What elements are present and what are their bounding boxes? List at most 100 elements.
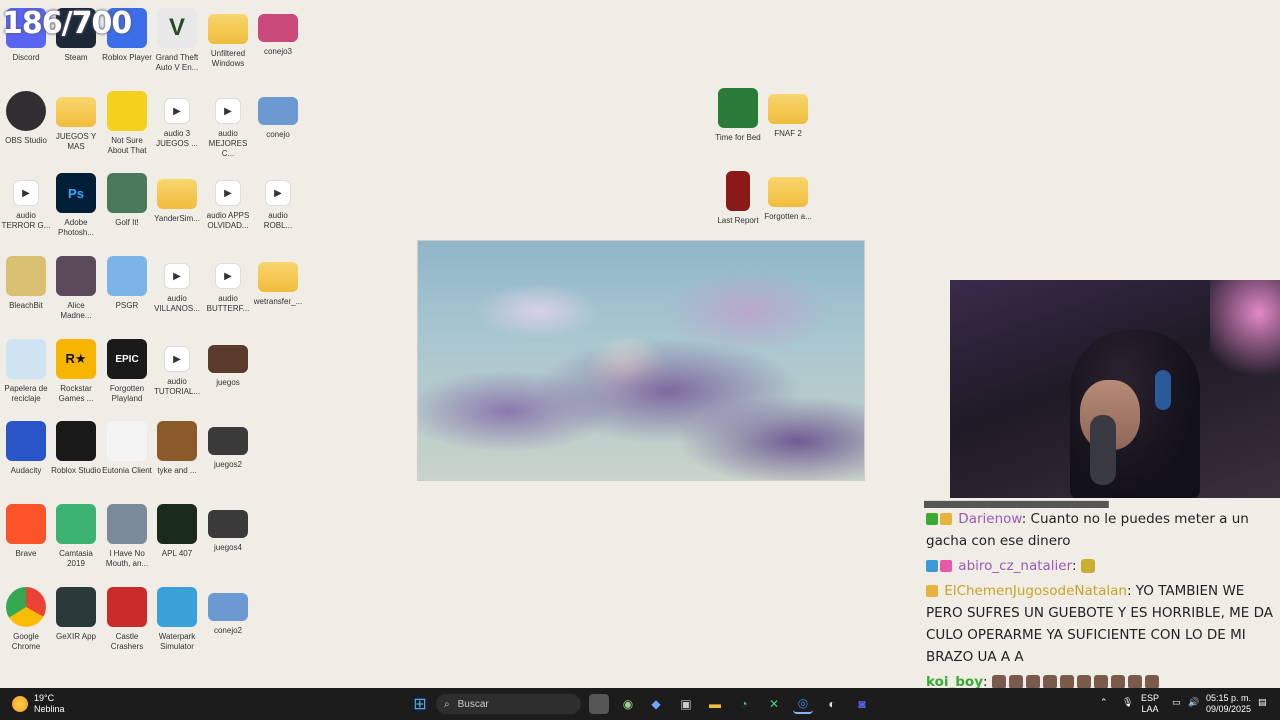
microphone-tray-icon[interactable]: 🎙: [1122, 697, 1133, 708]
desktop-icon[interactable]: APL 407: [152, 504, 202, 559]
store-icon[interactable]: ▣: [676, 694, 696, 714]
desktop-icon[interactable]: conejo: [253, 91, 303, 140]
discord-taskbar-icon[interactable]: ◙: [852, 694, 872, 714]
file-explorer-icon[interactable]: ▬: [705, 694, 725, 714]
desktop-icon-label: Roblox Player: [102, 53, 152, 62]
taskbar: 19°C Neblina ⊞ ⌕ Buscar ◉ ◆ ▣ ▬ ◔ ✕ ◎ ◐ …: [0, 688, 1280, 720]
desktop-icon-label: audio 3 JUEGOS ...: [156, 129, 198, 148]
desktop-icon-label: Grand Theft Auto V En...: [155, 53, 199, 72]
gift-badge-icon: [940, 513, 952, 525]
chrome-icon[interactable]: ◎: [793, 694, 813, 714]
edge-icon[interactable]: ◔: [734, 694, 754, 714]
chat-username[interactable]: abiro_cz_natalier: [958, 558, 1072, 574]
desktop-icon[interactable]: Waterpark Simulator: [152, 587, 202, 652]
epic-games-icon: EPIC: [107, 339, 147, 379]
castle-icon: [107, 587, 147, 627]
desktop-icon[interactable]: audio BUTTERF...: [203, 256, 253, 314]
desktop-icon[interactable]: I Have No Mouth, an...: [102, 504, 152, 569]
desktop-icon[interactable]: GeXIR App: [51, 587, 101, 642]
tray-overflow-icon[interactable]: ⌃: [1100, 697, 1108, 708]
desktop-icon[interactable]: JUEGOS Y MAS: [51, 91, 101, 152]
desktop-icon[interactable]: conejo2: [203, 587, 253, 636]
desktop-icon[interactable]: wetransfer_...: [253, 256, 303, 307]
desktop-icon[interactable]: Alice Madne...: [51, 256, 101, 321]
audio-icon: [164, 346, 190, 372]
chat-message: Darienow: Cuanto no le puedes meter a un…: [924, 508, 1280, 552]
language-indicator[interactable]: ESP LAA: [1141, 693, 1159, 715]
image-icon: [208, 593, 248, 621]
desktop-icon-label: Forgotten a...: [764, 212, 812, 221]
desktop-icon[interactable]: PSGR: [102, 256, 152, 311]
desktop-icon[interactable]: audio 3 JUEGOS ...: [152, 91, 202, 149]
windows-start-icon[interactable]: ⊞: [410, 694, 430, 714]
chat-message: abiro_cz_natalier:: [924, 555, 1280, 577]
photoshop-icon: Ps: [56, 173, 96, 213]
desktop-icon[interactable]: Unfiltered Windows: [203, 8, 253, 69]
widgets-icon[interactable]: ◆: [646, 694, 666, 714]
desktop-icon[interactable]: V Grand Theft Auto V En...: [152, 8, 202, 73]
emote-icon: [991, 675, 1006, 688]
desktop-icon[interactable]: Forgotten a...: [763, 171, 813, 222]
desktop-icon[interactable]: Not Sure About That: [102, 91, 152, 156]
desktop-icon[interactable]: Audacity: [1, 421, 51, 476]
folder-icon: [208, 14, 248, 44]
desktop-icon[interactable]: Ps Adobe Photosh...: [51, 173, 101, 238]
desktop-icon[interactable]: conejo3: [253, 8, 303, 57]
desktop-icon[interactable]: Castle Crashers: [102, 587, 152, 652]
weather-widget[interactable]: 19°C Neblina: [12, 693, 65, 715]
chat-overflow-line: ▄▄▄▄▄▄▄▄▄▄▄▄▄▄▄▄▄▄▄▄: [924, 498, 1109, 508]
clock[interactable]: 05:15 p. m. 09/09/2025: [1206, 693, 1251, 715]
emote-icon: [1059, 675, 1074, 688]
desktop-icon[interactable]: audio ROBL...: [253, 173, 303, 231]
desktop-icon[interactable]: Google Chrome: [1, 587, 51, 652]
desktop-icon[interactable]: EPIC Forgotten Playland: [102, 339, 152, 404]
desktop-icon[interactable]: OBS Studio: [1, 91, 51, 146]
task-view-icon[interactable]: [589, 694, 609, 714]
microphone-icon: [1090, 415, 1116, 485]
desktop-icon[interactable]: juegos2: [203, 421, 253, 470]
obs-icon: [6, 91, 46, 131]
desktop-icon[interactable]: Time for Bed: [713, 88, 763, 143]
desktop-icon[interactable]: audio VILLANOS...: [152, 256, 202, 314]
network-icon[interactable]: ▭: [1172, 697, 1181, 708]
xbox-icon[interactable]: ✕: [764, 694, 784, 714]
desktop-icon[interactable]: Golf It!: [102, 173, 152, 228]
desktop-icon[interactable]: YanderSim...: [152, 173, 202, 224]
chat-username[interactable]: Darienow: [958, 511, 1021, 527]
emote-icon: [1008, 675, 1023, 688]
desktop-icon[interactable]: juegos: [203, 339, 253, 388]
chat-username[interactable]: ElChemenJugosodeNatalan: [944, 583, 1127, 599]
desktop-icon[interactable]: R★ Rockstar Games ...: [51, 339, 101, 404]
desktop-icon[interactable]: juegos4: [203, 504, 253, 553]
desktop-icon[interactable]: Papelera de reciclaje: [1, 339, 51, 404]
desktop-icon-label: GeXIR App: [55, 632, 97, 641]
desktop-icon-label: Camtasia 2019: [59, 549, 93, 568]
desktop-icon-label: audio BUTTERF...: [206, 294, 250, 313]
taskbar-search[interactable]: ⌕ Buscar: [436, 694, 581, 714]
desktop-icon[interactable]: audio TERROR G...: [1, 173, 51, 231]
desktop-icon-label: Last Report: [717, 216, 759, 225]
desktop-icon[interactable]: audio APPS OLVIDAD...: [203, 173, 253, 231]
obs-taskbar-icon[interactable]: ◐: [822, 694, 842, 714]
desktop-icon[interactable]: tyke and ...: [152, 421, 202, 476]
folder-icon: [768, 94, 808, 124]
desktop-icon[interactable]: BleachBit: [1, 256, 51, 311]
desktop-icon-label: JUEGOS Y MAS: [55, 132, 97, 151]
notification-icon[interactable]: ▤: [1258, 697, 1267, 708]
desktop-icon[interactable]: Roblox Studio: [51, 421, 101, 476]
desktop-icon[interactable]: FNAF 2: [763, 88, 813, 139]
brave-icon: [6, 504, 46, 544]
desktop-icon[interactable]: Camtasia 2019: [51, 504, 101, 569]
audio-icon: [164, 98, 190, 124]
copilot-icon[interactable]: ◉: [618, 694, 638, 714]
streamer-webcam: [950, 280, 1280, 498]
volume-icon[interactable]: 🔊: [1188, 697, 1199, 708]
desktop-icon[interactable]: Last Report: [713, 171, 763, 226]
desktop-icon[interactable]: Eutonia Client: [102, 421, 152, 476]
golf-icon: [107, 173, 147, 213]
desktop-icon[interactable]: Brave: [1, 504, 51, 559]
chat-username[interactable]: koi_boy: [926, 674, 983, 688]
desktop-icon[interactable]: audio TUTORIAL...: [152, 339, 202, 397]
desktop-icon[interactable]: audio MEJORES C...: [203, 91, 253, 159]
desktop-icon-label: Time for Bed: [715, 133, 761, 142]
